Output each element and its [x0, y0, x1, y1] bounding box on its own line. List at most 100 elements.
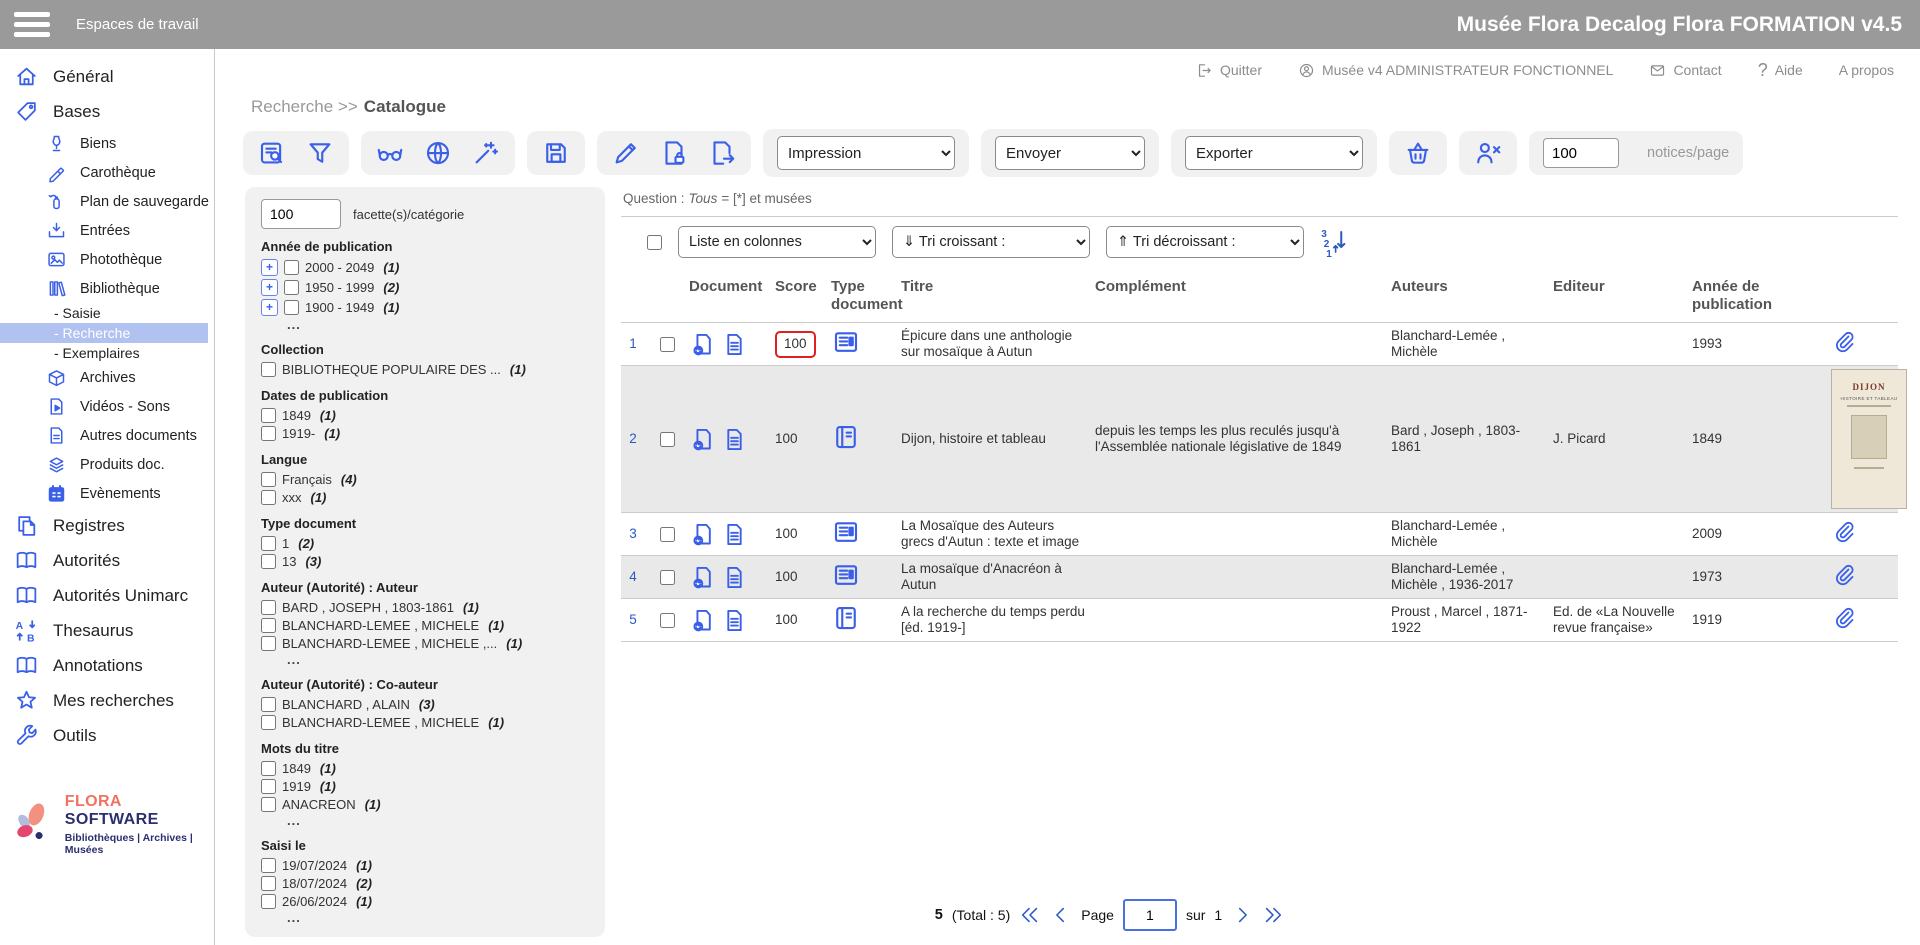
- sidebar-item-g-n-ral[interactable]: Général: [0, 59, 214, 94]
- facet-checkbox[interactable]: [261, 858, 276, 873]
- sidebar-item-outils[interactable]: Outils: [0, 718, 214, 753]
- list-search-icon[interactable]: [257, 138, 287, 168]
- facet-checkbox[interactable]: [261, 536, 276, 551]
- sidebar-item-mes-recherches[interactable]: Mes recherches: [0, 683, 214, 718]
- doc-refresh-icon[interactable]: [689, 426, 716, 453]
- next-page-icon[interactable]: [1231, 904, 1253, 926]
- pencil-icon[interactable]: [611, 138, 641, 168]
- sidebar-item-archives[interactable]: Archives: [0, 363, 214, 392]
- expand-plus-icon[interactable]: +: [261, 259, 278, 276]
- facet-checkbox[interactable]: [284, 300, 299, 315]
- result-thumbnail[interactable]: DIJONHISTOIRE ET TABLEAU: [1831, 369, 1907, 509]
- doc-refresh-icon[interactable]: [689, 331, 716, 358]
- sidebar-item-phototh-que[interactable]: Photothèque: [0, 245, 214, 274]
- facet-checkbox[interactable]: [261, 779, 276, 794]
- sidebar-item-plan-de-sauvegarde[interactable]: Plan de sauvegarde: [0, 187, 214, 216]
- notices-input[interactable]: [1543, 138, 1619, 168]
- doc-lines-icon[interactable]: [721, 521, 748, 548]
- doc-refresh-icon[interactable]: [689, 607, 716, 634]
- doc-lines-icon[interactable]: [721, 607, 748, 634]
- sidebar-item-autorit-s[interactable]: Autorités: [0, 543, 214, 578]
- view-select[interactable]: Liste en colonnes: [678, 226, 876, 258]
- facet-checkbox[interactable]: [261, 797, 276, 812]
- sort-desc-select[interactable]: ⇑ Tri décroissant :: [1106, 226, 1304, 258]
- facet-count-input[interactable]: [261, 199, 341, 229]
- previous-page-icon[interactable]: [1050, 904, 1072, 926]
- row-checkbox[interactable]: [660, 337, 675, 352]
- facet-more[interactable]: ...: [287, 652, 589, 667]
- sidebar-item-vid-os-sons[interactable]: Vidéos - Sons: [0, 392, 214, 421]
- facet-checkbox[interactable]: [261, 408, 276, 423]
- attachment-icon[interactable]: [1831, 562, 1856, 587]
- sidebar-item-autorit-s-unimarc[interactable]: Autorités Unimarc: [0, 578, 214, 613]
- contact-link[interactable]: Contact: [1649, 62, 1721, 79]
- sidebar-item-recherche[interactable]: - Recherche: [0, 323, 208, 343]
- facet-checkbox[interactable]: [261, 472, 276, 487]
- attachment-icon[interactable]: [1831, 605, 1856, 630]
- facet-more[interactable]: ...: [287, 910, 589, 925]
- doc-export-icon[interactable]: [707, 138, 737, 168]
- exporter-select[interactable]: Exporter: [1185, 136, 1363, 170]
- result-row-number[interactable]: 1: [621, 333, 649, 356]
- facet-checkbox[interactable]: [261, 490, 276, 505]
- globe-icon[interactable]: [423, 138, 453, 168]
- save-icon[interactable]: [541, 138, 571, 168]
- sidebar-item-caroth-que[interactable]: Carothèque: [0, 158, 214, 187]
- envoyer-select[interactable]: Envoyer: [995, 136, 1145, 170]
- attachment-icon[interactable]: [1831, 329, 1856, 354]
- glasses-icon[interactable]: [375, 138, 405, 168]
- filter-icon[interactable]: [305, 138, 335, 168]
- result-row-number[interactable]: 2: [621, 428, 649, 451]
- facet-checkbox[interactable]: [261, 426, 276, 441]
- sidebar-item-registres[interactable]: Registres: [0, 508, 214, 543]
- sort-numeric-icon[interactable]: 321: [1320, 227, 1350, 257]
- sort-asc-select[interactable]: ⇓ Tri croissant :: [892, 226, 1090, 258]
- sidebar-item-annotations[interactable]: Annotations: [0, 648, 214, 683]
- facet-checkbox[interactable]: [261, 636, 276, 651]
- facet-checkbox[interactable]: [261, 876, 276, 891]
- page-input[interactable]: [1123, 899, 1177, 931]
- sidebar-item-biens[interactable]: Biens: [0, 129, 214, 158]
- sidebar-item-autres-documents[interactable]: Autres documents: [0, 421, 214, 450]
- sidebar-item-entr-es[interactable]: Entrées: [0, 216, 214, 245]
- doc-lines-icon[interactable]: [721, 331, 748, 358]
- quitter-link[interactable]: Quitter: [1196, 62, 1262, 79]
- sidebar-item-ev-nements[interactable]: Evènements: [0, 479, 214, 508]
- basket-icon[interactable]: [1403, 138, 1433, 168]
- sidebar-item-biblioth-que[interactable]: Bibliothèque: [0, 274, 214, 303]
- facet-checkbox[interactable]: [261, 618, 276, 633]
- sidebar-item-saisie[interactable]: - Saisie: [0, 303, 214, 323]
- result-row-number[interactable]: 5: [621, 609, 649, 632]
- facet-checkbox[interactable]: [261, 715, 276, 730]
- sidebar-item-bases[interactable]: Bases: [0, 94, 214, 129]
- facet-checkbox[interactable]: [261, 600, 276, 615]
- sidebar-item-thesaurus[interactable]: ABThesaurus: [0, 613, 214, 648]
- row-checkbox[interactable]: [660, 432, 675, 447]
- doc-lock-icon[interactable]: [659, 138, 689, 168]
- doc-refresh-icon[interactable]: [689, 564, 716, 591]
- person-x-icon[interactable]: [1473, 138, 1503, 168]
- doc-lines-icon[interactable]: [721, 426, 748, 453]
- facet-checkbox[interactable]: [261, 894, 276, 909]
- facet-checkbox[interactable]: [261, 554, 276, 569]
- expand-plus-icon[interactable]: +: [261, 279, 278, 296]
- doc-refresh-icon[interactable]: [689, 521, 716, 548]
- sidebar-item-exemplaires[interactable]: - Exemplaires: [0, 343, 214, 363]
- select-all-checkbox[interactable]: [647, 235, 662, 250]
- row-checkbox[interactable]: [660, 527, 675, 542]
- result-row-number[interactable]: 4: [621, 566, 649, 589]
- row-checkbox[interactable]: [660, 613, 675, 628]
- sidebar-item-produits-doc[interactable]: Produits doc.: [0, 450, 214, 479]
- first-page-icon[interactable]: [1019, 904, 1041, 926]
- row-checkbox[interactable]: [660, 570, 675, 585]
- wand-icon[interactable]: [471, 138, 501, 168]
- apropos-link[interactable]: A propos: [1839, 62, 1894, 78]
- facet-more[interactable]: ...: [287, 813, 589, 828]
- facet-checkbox[interactable]: [261, 761, 276, 776]
- facet-checkbox[interactable]: [261, 697, 276, 712]
- workspaces-link[interactable]: Espaces de travail: [76, 16, 199, 33]
- expand-plus-icon[interactable]: +: [261, 299, 278, 316]
- facet-checkbox[interactable]: [261, 362, 276, 377]
- result-row-number[interactable]: 3: [621, 523, 649, 546]
- menu-icon[interactable]: [14, 12, 50, 37]
